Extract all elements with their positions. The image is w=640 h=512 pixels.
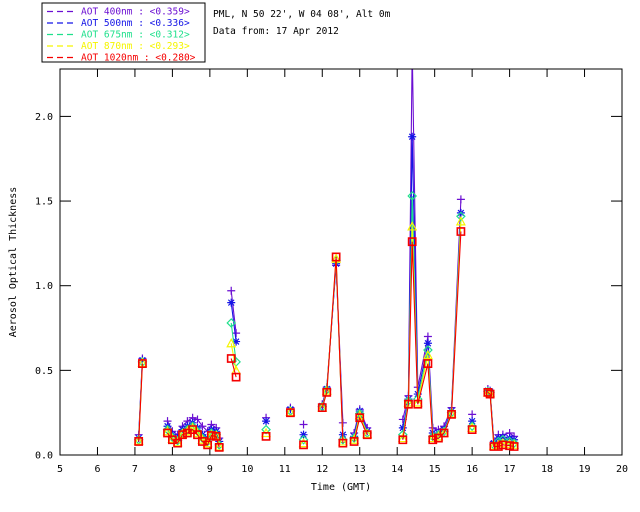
station-title: PML, N 50 22', W 04 08', Alt 0m	[213, 9, 391, 20]
legend-box: AOT 400nm : <0.359>AOT 500nm : <0.336>AO…	[41, 2, 206, 64]
date-subtitle: Data from: 17 Apr 2012	[213, 26, 339, 37]
y-tick-label: 1.0	[35, 281, 53, 292]
legend-label: AOT 500nm : <0.336>	[81, 18, 190, 29]
x-tick-label: 8	[169, 464, 175, 475]
x-tick-label: 16	[466, 464, 478, 475]
x-tick-label: 20	[616, 464, 628, 475]
axis-ticks: 5 6 7 8 9 10 11 12 13 14 15 16 17 18 19 20 0.0 0.5 1.0 1.5 2…	[35, 69, 628, 475]
x-tick-label: 19	[579, 464, 591, 475]
legend-label: AOT 1020nm : <0.280>	[81, 53, 196, 64]
x-tick-label: 13	[354, 464, 366, 475]
y-axis-title: Aerosol Optical Thickness	[8, 187, 19, 338]
x-tick-label: 17	[504, 464, 516, 475]
x-tick-label: 14	[391, 464, 403, 475]
series-symbols-aot-500nm	[134, 132, 519, 448]
x-tick-label: 12	[316, 464, 328, 475]
y-tick-label: 2.0	[35, 112, 53, 123]
series-line-aot-400nm	[138, 69, 515, 444]
x-tick-label: 9	[207, 464, 213, 475]
legend-label: AOT 870nm : <0.293>	[81, 41, 190, 52]
legend-label: AOT 400nm : <0.359>	[81, 7, 190, 18]
x-tick-label: 7	[132, 464, 138, 475]
y-tick-label: 0.5	[35, 366, 53, 377]
series-line-aot-870nm	[138, 221, 515, 447]
x-tick-label: 15	[429, 464, 441, 475]
x-tick-label: 18	[541, 464, 553, 475]
x-tick-label: 6	[94, 464, 100, 475]
aot-plot-page: 5 6 7 8 9 10 11 12 13 14 15 16 17 18 19 20 0.0 0.5 1.0 1.5 2…	[0, 0, 640, 512]
legend-label: AOT 675nm : <0.312>	[81, 30, 190, 41]
x-tick-label: 11	[279, 464, 291, 475]
aot-time-series-chart: 5 6 7 8 9 10 11 12 13 14 15 16 17 18 19 20 0.0 0.5 1.0 1.5 2…	[8, 2, 628, 493]
x-tick-label: 5	[57, 464, 63, 475]
x-axis-title: Time (GMT)	[311, 482, 371, 493]
x-tick-label: 10	[241, 464, 253, 475]
data-series-group	[133, 69, 520, 452]
y-tick-label: 1.5	[35, 197, 53, 208]
y-tick-label: 0.0	[35, 451, 53, 462]
